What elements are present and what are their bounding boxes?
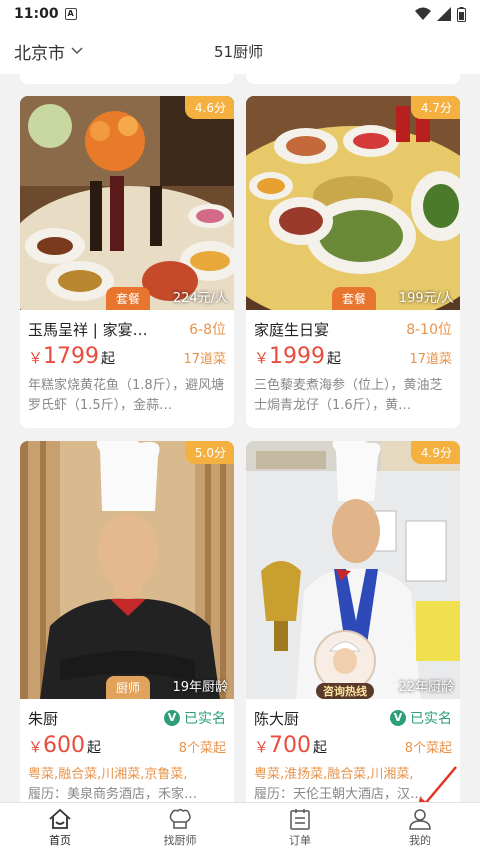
dish-count: 17道菜 xyxy=(409,352,452,367)
currency-symbol: ￥ xyxy=(254,738,270,756)
min-dishes: 8个菜起 xyxy=(178,741,226,756)
city-label: 北京市 xyxy=(14,43,65,64)
min-dishes: 8个菜起 xyxy=(404,741,452,756)
verified-badge: V 已实名 xyxy=(164,708,226,728)
verified-icon: V xyxy=(164,710,180,726)
banquet-photo: 4.6分 套餐 224元/人 xyxy=(20,96,234,310)
price-value: 1999 xyxy=(269,344,326,369)
tab-mine[interactable]: 我的 xyxy=(360,803,480,853)
chevron-down-icon xyxy=(71,47,83,55)
price-suffix: 起 xyxy=(313,740,328,756)
persons-count: 6-8位 xyxy=(189,322,226,338)
tab-label: 我的 xyxy=(409,834,431,847)
notification-icon: A xyxy=(64,8,77,20)
rating-badge: 4.9分 xyxy=(410,441,460,464)
price: ￥700 起 xyxy=(254,733,327,758)
menu-description: 年糕家烧黄花鱼（1.8斤），避风塘罗氏虾（1.5斤），金蒜… xyxy=(28,378,225,413)
tab-find-chef[interactable]: 找厨师 xyxy=(120,803,240,853)
package-card[interactable]: 4.7分 套餐 199元/人 家庭生日宴 8-10位 ￥1999 起 17道菜 三… xyxy=(246,96,460,428)
chef-card[interactable]: 4.9分 咨询热线 22年厨龄 陈大厨 V 已实名 ￥700 起 8个菜起 粤菜,淮… xyxy=(246,441,460,802)
header: 北京市 51厨师 xyxy=(0,28,480,74)
price-per-person: 199元/人 xyxy=(398,291,454,306)
package-tag: 套餐 xyxy=(332,287,377,310)
rating-badge: 4.7分 xyxy=(410,96,460,119)
price-suffix: 起 xyxy=(327,351,342,367)
price-value: 1799 xyxy=(43,344,100,369)
status-time: 11:00 xyxy=(14,6,59,22)
consult-hotline-label: 咨询热线 xyxy=(323,684,367,698)
card-grid: 4.6分 套餐 224元/人 玉馬呈祥 | 家宴… 6-8位 ￥1799 起 17… xyxy=(0,74,480,802)
package-card[interactable]: 4.6分 套餐 224元/人 玉馬呈祥 | 家宴… 6-8位 ￥1799 起 17… xyxy=(20,96,234,428)
price: ￥1799 起 xyxy=(28,344,115,369)
chef-photo: 4.9分 咨询热线 22年厨龄 xyxy=(246,441,460,699)
chef-name: 陈大厨 xyxy=(254,709,300,728)
price-suffix: 起 xyxy=(101,351,116,367)
menu-description: 三色藜麦煮海参（位上），黄油芝士焗青龙仔（1.6斤），黄… xyxy=(254,378,443,413)
cuisine-list: 粤菜,融合菜,川湘菜,京鲁菜, xyxy=(28,767,188,782)
chef-hat-icon xyxy=(169,808,191,829)
price: ￥600 起 xyxy=(28,733,101,758)
card-remnant xyxy=(20,74,234,84)
chef-card[interactable]: 5.0分 厨师 19年厨龄 朱厨 V 已实名 ￥600 起 8个菜起 粤菜,融合菜,… xyxy=(20,441,234,802)
price: ￥1999 起 xyxy=(254,344,341,369)
verified-label: 已实名 xyxy=(184,711,226,727)
package-name: 玉馬呈祥 | 家宴… xyxy=(28,320,148,339)
chef-count: 51厨师 xyxy=(214,42,264,61)
chef-name: 朱厨 xyxy=(28,709,59,728)
tab-home[interactable]: 首页 xyxy=(0,803,120,853)
rating-badge: 4.6分 xyxy=(184,96,234,119)
status-bar: 11:00 A xyxy=(0,0,480,28)
tab-label: 首页 xyxy=(49,834,71,847)
tab-orders[interactable]: 订单 xyxy=(240,803,360,853)
card-remnant xyxy=(246,74,460,84)
chef-experience: 22年厨龄 xyxy=(398,680,454,695)
price-suffix: 起 xyxy=(87,740,102,756)
consult-hotline-icon[interactable]: 咨询热线 xyxy=(310,629,380,699)
home-icon xyxy=(49,808,71,829)
tab-label: 找厨师 xyxy=(163,834,197,847)
chef-experience: 19年厨龄 xyxy=(172,680,228,695)
user-icon xyxy=(409,809,431,830)
price-per-person: 224元/人 xyxy=(172,291,228,306)
verified-label: 已实名 xyxy=(410,711,452,727)
package-tag: 套餐 xyxy=(106,287,151,310)
currency-symbol: ￥ xyxy=(254,349,270,367)
package-name: 家庭生日宴 xyxy=(254,320,330,339)
verified-icon: V xyxy=(390,710,406,726)
chef-resume: 履历：美泉商务酒店，禾家… xyxy=(28,787,198,802)
price-value: 700 xyxy=(269,733,312,758)
rating-badge: 5.0分 xyxy=(184,441,234,464)
dish-count: 17道菜 xyxy=(183,352,226,367)
banquet-photo: 4.7分 套餐 199元/人 xyxy=(246,96,460,310)
order-icon xyxy=(290,809,310,830)
verified-badge: V 已实名 xyxy=(390,708,452,728)
persons-count: 8-10位 xyxy=(406,322,452,338)
wifi-icon xyxy=(415,7,431,20)
battery-icon xyxy=(457,6,466,22)
currency-symbol: ￥ xyxy=(28,349,44,367)
tab-label: 订单 xyxy=(289,834,311,847)
currency-symbol: ￥ xyxy=(28,738,44,756)
city-selector[interactable]: 北京市 xyxy=(14,39,83,64)
price-value: 600 xyxy=(43,733,86,758)
signal-icon xyxy=(437,7,451,21)
chef-photo: 5.0分 厨师 19年厨龄 xyxy=(20,441,234,699)
bottom-tab-bar: 首页 找厨师 订单 我的 xyxy=(0,802,480,853)
chef-tag: 厨师 xyxy=(106,676,151,699)
